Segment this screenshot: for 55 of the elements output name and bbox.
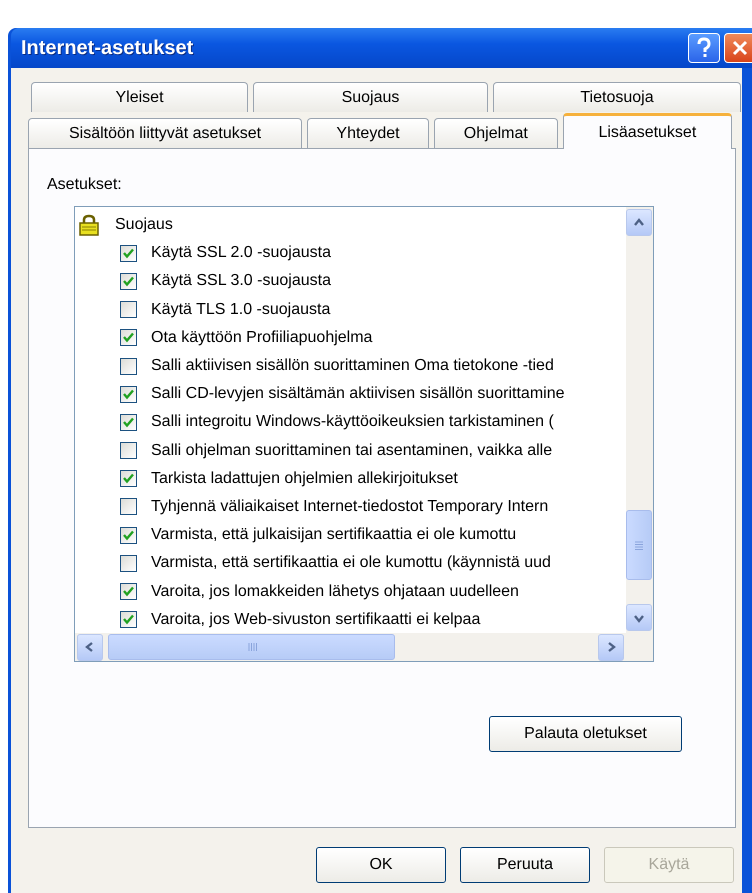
checkbox-label: Salli aktiivisen sisällön suorittaminen Oma tietokone -tied (151, 357, 554, 376)
checkbox[interactable] (120, 442, 137, 460)
checkbox-label: Käytä SSL 2.0 -suojausta (151, 244, 331, 262)
scroll-right-button[interactable] (598, 634, 624, 660)
checkbox[interactable] (120, 358, 137, 375)
checkbox-label: Käytä SSL 3.0 -suojausta (151, 272, 331, 290)
checkbox[interactable] (120, 301, 137, 318)
checkbox[interactable] (120, 414, 137, 431)
checkbox-label: Tarkista ladattujen ohjelmien allekirjoitukset (151, 470, 458, 488)
checkbox[interactable] (120, 498, 137, 516)
help-button[interactable] (688, 33, 720, 63)
scroll-thumb[interactable] (108, 634, 395, 660)
restore-defaults-button[interactable]: Palauta oletukset (489, 716, 682, 752)
checkbox[interactable] (120, 329, 137, 346)
group-label: Suojaus (115, 216, 173, 234)
checkbox[interactable] (120, 554, 137, 572)
settings-label: Asetukset: (47, 176, 122, 194)
tab[interactable]: Sisältöön liittyvät asetukset (28, 118, 302, 148)
close-icon (731, 39, 749, 57)
checkbox-label: Salli integroitu Windows-käyttöoikeuksien tarkistaminen ( (151, 413, 554, 432)
checkbox-label: Salli ohjelman suorittaminen tai asentaminen, vaikka alle (151, 442, 552, 460)
tab[interactable]: Ohjelmat (434, 118, 558, 148)
checkbox-label: Varoita, jos Web-sivuston sertifikaatti ei kelpaa (151, 610, 480, 629)
checkbox-label: Ota käyttöön Profiiliapuohjelma (151, 328, 372, 347)
scrollbar-corner (626, 633, 653, 661)
checkbox[interactable] (120, 244, 137, 262)
help-icon (695, 37, 713, 59)
checkbox[interactable] (120, 611, 137, 628)
vertical-scrollbar[interactable] (626, 207, 653, 633)
checkbox[interactable] (120, 386, 137, 403)
tab[interactable]: Tietosuoja (493, 82, 741, 112)
dialog-button[interactable]: Peruuta (460, 847, 590, 883)
checkbox-label: Tyhjennä väliaikaiset Internet-tiedostot Temporary Intern (151, 498, 548, 516)
checkbox[interactable] (120, 583, 137, 600)
tab[interactable]: Lisäasetukset (562, 113, 732, 149)
window-title: Internet-asetukset (21, 36, 194, 60)
checkbox[interactable] (120, 272, 137, 290)
checkbox-label: Varmista, että julkaisijan sertifikaattia ei ole kumottu (151, 526, 516, 544)
scroll-thumb[interactable] (626, 510, 652, 580)
checkbox-label: Varoita, jos lomakkeiden lähetys ohjataan uudelleen (151, 582, 519, 601)
checkbox-label: Käytä TLS 1.0 -suojausta (151, 300, 330, 319)
tab[interactable]: Suojaus (253, 82, 488, 112)
horizontal-scrollbar[interactable] (75, 633, 626, 661)
tab[interactable]: Yhteydet (307, 118, 429, 148)
checkbox[interactable] (120, 470, 137, 488)
checkbox-label: Varmista, että sertifikaattia ei ole kumottu (käynnistä uud (151, 554, 551, 572)
lock-icon (79, 214, 99, 236)
scroll-down-button[interactable] (626, 604, 652, 631)
checkbox[interactable] (120, 526, 137, 544)
close-button[interactable] (724, 33, 752, 63)
checkbox-label: Salli CD-levyjen sisältämän aktiivisen sisällön suorittamine (151, 385, 564, 404)
tab[interactable]: Yleiset (31, 82, 248, 112)
scroll-up-button[interactable] (626, 209, 652, 236)
dialog-button[interactable]: OK (316, 847, 446, 883)
scroll-left-button[interactable] (77, 634, 103, 660)
